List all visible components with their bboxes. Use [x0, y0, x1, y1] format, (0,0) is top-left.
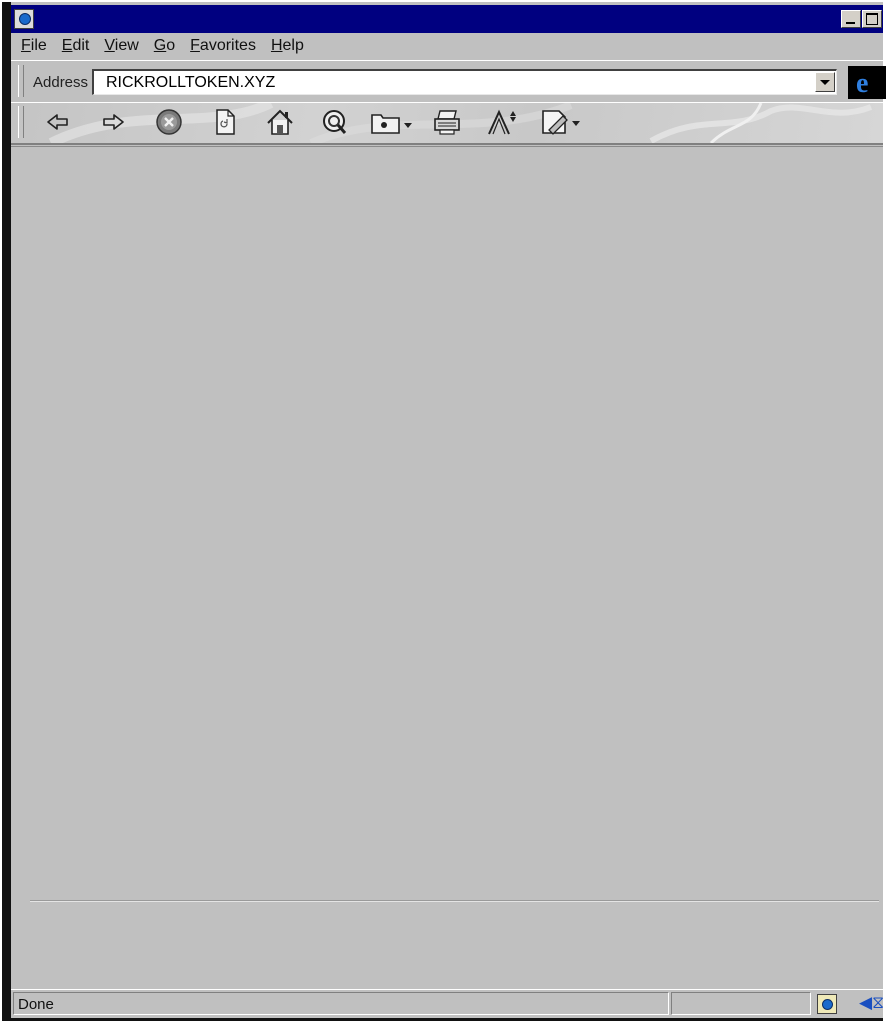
menu-file[interactable]: File	[21, 37, 47, 55]
menu-view[interactable]: View	[104, 37, 138, 55]
status-progress-pane	[671, 992, 811, 1015]
app-icon[interactable]	[14, 9, 34, 29]
ie-logo: e	[848, 66, 886, 99]
stop-button[interactable]	[153, 107, 185, 137]
ie-logo-glyph: e	[856, 68, 869, 99]
page-content-area[interactable]	[11, 146, 883, 990]
menu-favorites[interactable]: Favorites	[190, 37, 256, 55]
status-text-pane: Done	[13, 992, 669, 1015]
home-icon	[267, 109, 293, 135]
page-icon	[817, 994, 837, 1014]
status-bar: Done ◀⧖	[11, 989, 885, 1019]
menu-help[interactable]: Help	[271, 37, 304, 55]
minimize-button[interactable]	[841, 10, 861, 28]
address-dropdown-button[interactable]	[815, 72, 835, 92]
edit-page-icon	[542, 110, 580, 135]
menu-edit[interactable]: Edit	[62, 37, 90, 55]
printer-icon	[434, 110, 460, 135]
back-button[interactable]	[42, 107, 74, 137]
browser-window: File Edit View Go Favorites Help Address…	[2, 2, 886, 1021]
favorites-button[interactable]	[369, 107, 415, 137]
edit-button[interactable]	[539, 107, 585, 137]
search-icon	[323, 110, 347, 134]
menu-go[interactable]: Go	[154, 37, 175, 55]
arrow-right-icon	[103, 114, 124, 130]
toolbar-grip[interactable]	[18, 106, 24, 138]
status-text: Done	[18, 996, 54, 1013]
internet-zone-icon: ◀⧖	[859, 993, 885, 1013]
menu-bar: File Edit View Go Favorites Help	[11, 34, 883, 58]
refresh-button[interactable]	[209, 107, 241, 137]
toolbar-grip[interactable]	[18, 65, 24, 97]
page-refresh-icon	[216, 109, 235, 135]
forward-button[interactable]	[97, 107, 129, 137]
standard-toolbar	[11, 102, 883, 145]
address-field[interactable]	[92, 69, 837, 95]
home-button[interactable]	[264, 107, 296, 137]
font-button[interactable]	[486, 107, 518, 137]
stop-icon	[156, 109, 182, 135]
arrow-left-icon	[47, 114, 68, 130]
address-label: Address	[33, 74, 89, 91]
address-bar: Address e	[11, 60, 886, 103]
address-input[interactable]	[106, 74, 806, 92]
maximize-button[interactable]	[862, 10, 882, 28]
folder-icon	[371, 114, 412, 134]
print-button[interactable]	[431, 107, 463, 137]
title-bar[interactable]	[11, 5, 883, 33]
font-size-icon	[488, 109, 516, 135]
search-button[interactable]	[320, 107, 352, 137]
content-divider	[30, 900, 879, 902]
